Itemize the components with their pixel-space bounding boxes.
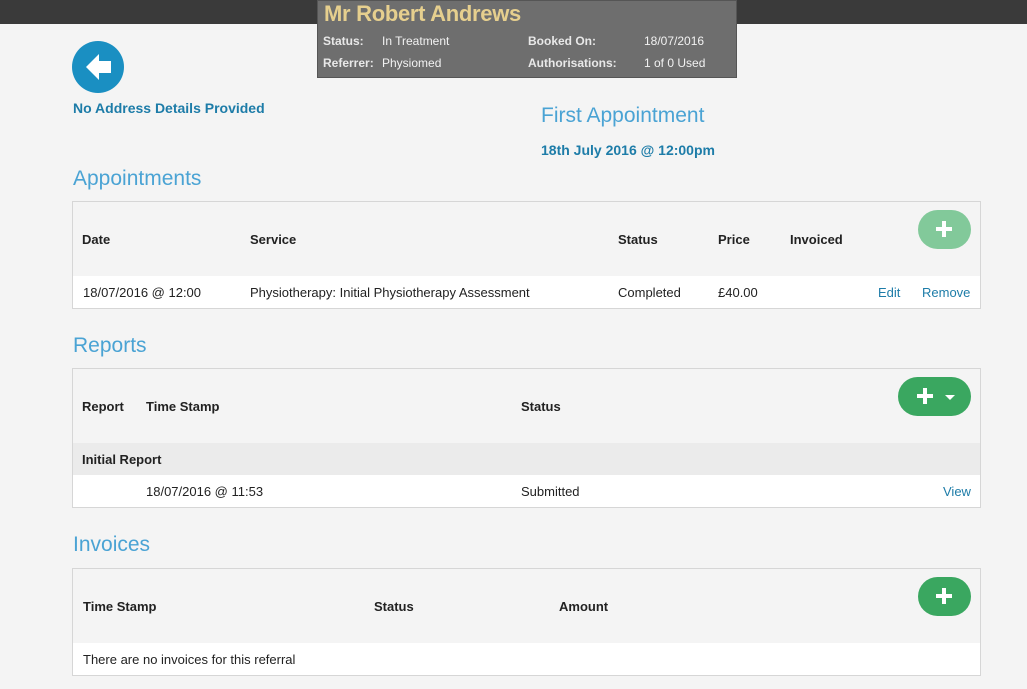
table-row: 18/07/2016 @ 12:00 Physiotherapy: Initia… bbox=[73, 276, 980, 308]
plus-icon bbox=[934, 219, 954, 239]
empty-invoices-message: There are no invoices for this referral bbox=[83, 652, 296, 667]
booked-on-value: 18/07/2016 bbox=[644, 34, 705, 48]
authorisations-value: 1 of 0 Used bbox=[644, 56, 706, 70]
add-invoice-button[interactable] bbox=[918, 577, 971, 616]
patient-name: Mr Robert Andrews bbox=[324, 1, 521, 26]
column-header-service: Service bbox=[250, 232, 297, 247]
referrer-value: Physiomed bbox=[382, 56, 442, 70]
appointments-table: Date Service Status Price Invoiced 18/07… bbox=[72, 201, 981, 309]
authorisations-label: Authorisations: bbox=[528, 56, 617, 70]
column-header-invoiced: Invoiced bbox=[790, 232, 843, 247]
booked-on-label: Booked On: bbox=[528, 34, 596, 48]
appointment-date: 18/07/2016 @ 12:00 bbox=[83, 285, 202, 300]
appointments-heading: Appointments bbox=[73, 167, 202, 190]
caret-down-icon bbox=[945, 395, 955, 400]
reports-table: Report Time Stamp Status Initial Report … bbox=[72, 368, 981, 508]
report-status: Submitted bbox=[521, 484, 580, 499]
first-appointment-datetime: 18th July 2016 @ 12:00pm bbox=[541, 142, 715, 158]
report-group-row: Initial Report bbox=[73, 443, 980, 475]
address-notice: No Address Details Provided bbox=[73, 100, 265, 116]
back-button[interactable] bbox=[72, 41, 124, 93]
appointment-service: Physiotherapy: Initial Physiotherapy Ass… bbox=[250, 285, 530, 300]
appointment-price: £40.00 bbox=[718, 285, 758, 300]
column-header-status: Status bbox=[521, 399, 561, 414]
add-report-dropdown-button[interactable] bbox=[898, 377, 971, 416]
table-row: There are no invoices for this referral bbox=[73, 643, 980, 675]
table-row: 18/07/2016 @ 11:53 Submitted View bbox=[73, 475, 980, 507]
column-header-status: Status bbox=[374, 599, 414, 614]
report-timestamp: 18/07/2016 @ 11:53 bbox=[146, 484, 264, 499]
report-group-name: Initial Report bbox=[82, 452, 162, 467]
appointment-status: Completed bbox=[618, 285, 681, 300]
remove-appointment-link[interactable]: Remove bbox=[922, 285, 970, 300]
patient-summary-card: Mr Robert Andrews Status: In Treatment R… bbox=[317, 0, 737, 78]
column-header-status: Status bbox=[618, 232, 658, 247]
invoices-heading: Invoices bbox=[73, 533, 151, 556]
status-value: In Treatment bbox=[382, 34, 450, 48]
edit-appointment-link[interactable]: Edit bbox=[878, 285, 900, 300]
reports-heading: Reports bbox=[73, 334, 147, 357]
column-header-report: Report bbox=[82, 399, 124, 414]
plus-icon bbox=[934, 586, 954, 606]
first-appointment-heading: First Appointment bbox=[541, 104, 705, 127]
plus-icon bbox=[915, 386, 935, 406]
column-header-price: Price bbox=[718, 232, 750, 247]
view-report-link[interactable]: View bbox=[943, 484, 971, 499]
add-appointment-button[interactable] bbox=[918, 210, 971, 249]
arrow-left-circle-icon bbox=[86, 54, 111, 80]
referrer-label: Referrer: bbox=[323, 56, 374, 70]
column-header-time-stamp: Time Stamp bbox=[146, 399, 220, 414]
column-header-time-stamp: Time Stamp bbox=[83, 599, 157, 614]
invoices-table: Time Stamp Status Amount There are no in… bbox=[72, 568, 981, 676]
column-header-date: Date bbox=[82, 232, 111, 247]
status-label: Status: bbox=[323, 34, 364, 48]
column-header-amount: Amount bbox=[559, 599, 609, 614]
